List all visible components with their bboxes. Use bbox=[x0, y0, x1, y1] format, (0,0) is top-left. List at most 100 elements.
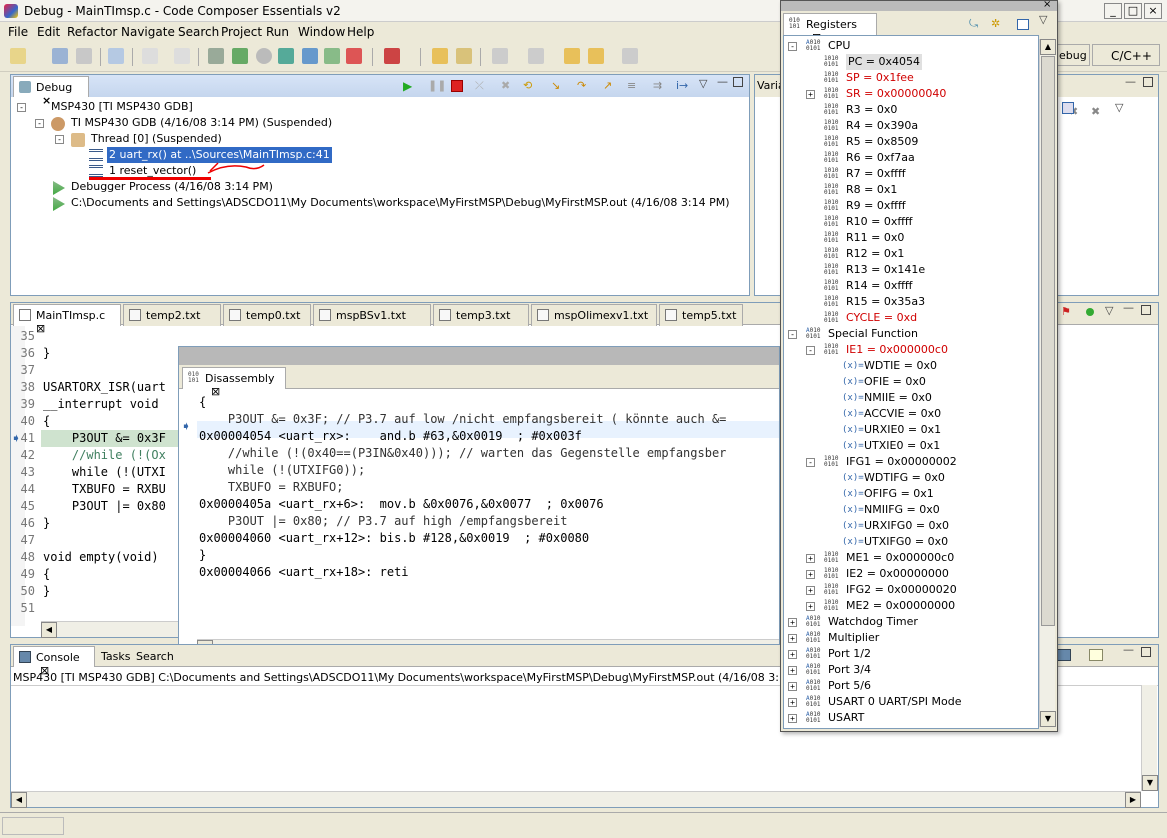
tab-file-temp0-txt[interactable]: temp0.txt bbox=[223, 304, 311, 326]
code-line[interactable]: } bbox=[43, 584, 50, 598]
view-minimize-icon[interactable]: — bbox=[717, 75, 728, 88]
menu-window[interactable]: Window bbox=[298, 25, 345, 39]
register-row[interactable]: R8 = 0x1 bbox=[846, 182, 897, 198]
register-row[interactable]: R7 = 0xffff bbox=[846, 166, 906, 182]
code-line[interactable]: void empty(void) bbox=[43, 550, 159, 564]
register-field[interactable]: URXIE0 = 0x1 bbox=[864, 422, 941, 438]
register-row[interactable]: ME1 = 0x000000c0 bbox=[846, 550, 954, 566]
open-console-icon[interactable] bbox=[1089, 649, 1103, 661]
register-row[interactable]: R13 = 0x141e bbox=[846, 262, 925, 278]
print-icon[interactable] bbox=[76, 48, 92, 64]
register-row[interactable]: R15 = 0x35a3 bbox=[846, 294, 925, 310]
tab-file-mspbsv1-txt[interactable]: mspBSv1.txt bbox=[313, 304, 431, 326]
close-icon[interactable]: × bbox=[1144, 3, 1162, 19]
expand-toggle[interactable]: - bbox=[17, 103, 26, 112]
resume-icon[interactable]: ▶ bbox=[403, 79, 412, 93]
scroll-left-icon[interactable]: ◀ bbox=[11, 792, 27, 808]
source-line[interactable]: P3OUT |= 0x80; // P3.7 auf high /empfang… bbox=[199, 514, 568, 528]
code-line[interactable]: { bbox=[43, 567, 50, 581]
tab-file-temp3-txt[interactable]: temp3.txt bbox=[433, 304, 529, 326]
registers-vscrollbar[interactable]: ▲ ▼ bbox=[1039, 39, 1056, 727]
registers-titlebar[interactable] bbox=[781, 1, 1057, 11]
tree-debugger-process[interactable]: Debugger Process (4/16/08 3:14 PM) bbox=[71, 179, 273, 195]
expand-toggle[interactable]: - bbox=[35, 119, 44, 128]
tree-launch[interactable]: MSP430 [TI MSP430 GDB] bbox=[51, 99, 193, 115]
expand-toggle[interactable]: + bbox=[788, 666, 797, 675]
connect-icon[interactable] bbox=[302, 48, 318, 64]
suspend-icon[interactable]: ❚❚ bbox=[428, 79, 446, 92]
register-group[interactable]: Special Function bbox=[828, 326, 918, 342]
view-menu-icon[interactable]: ▽ bbox=[699, 77, 707, 90]
tab-search[interactable]: Search bbox=[136, 650, 174, 663]
binary-icon[interactable] bbox=[108, 48, 124, 64]
tree-output-file[interactable]: C:\Documents and Settings\ADSCDO11\My Do… bbox=[71, 195, 730, 211]
save-icon[interactable] bbox=[52, 48, 68, 64]
tab-debug[interactable]: Debug × bbox=[13, 76, 89, 107]
tree-gdb[interactable]: TI MSP430 GDB (4/16/08 3:14 PM) (Suspend… bbox=[71, 115, 332, 131]
code-line[interactable]: USARTORX_ISR(uart bbox=[43, 380, 166, 394]
expand-toggle[interactable]: + bbox=[806, 90, 815, 99]
menu-navigate[interactable]: Navigate bbox=[121, 25, 175, 39]
register-row[interactable]: R10 = 0xffff bbox=[846, 214, 913, 230]
register-row[interactable]: SP = 0x1fee bbox=[846, 70, 914, 86]
view-minimize-icon[interactable]: — bbox=[1125, 75, 1136, 88]
step-into-icon[interactable]: ↘ bbox=[551, 79, 560, 92]
menu-project[interactable]: Project bbox=[221, 25, 262, 39]
register-field[interactable]: ACCVIE = 0x0 bbox=[864, 406, 941, 422]
asm-instruction[interactable]: 0x00004060 <uart_rx+12>: bis.b #128,&0x0… bbox=[199, 531, 589, 545]
register-field[interactable]: NMIIE = 0x0 bbox=[864, 390, 932, 406]
register-field[interactable]: URXIFG0 = 0x0 bbox=[864, 518, 949, 534]
remove-all-icon[interactable]: ✖ bbox=[1091, 105, 1100, 118]
code-line[interactable]: { bbox=[43, 414, 50, 428]
menu-help[interactable]: Help bbox=[347, 25, 374, 39]
expand-toggle[interactable]: + bbox=[788, 682, 797, 691]
timer-icon[interactable] bbox=[256, 48, 272, 64]
scroll-down-icon[interactable]: ▼ bbox=[1040, 711, 1056, 727]
source-line[interactable]: } bbox=[199, 548, 206, 562]
tree-thread[interactable]: Thread [0] (Suspended) bbox=[91, 131, 222, 147]
tab-console[interactable]: Console ⊠ bbox=[13, 646, 95, 677]
register-row[interactable]: IE2 = 0x00000000 bbox=[846, 566, 949, 582]
console-hscrollbar[interactable]: ◀ ▶ bbox=[11, 791, 1141, 808]
annotation-icon[interactable] bbox=[492, 48, 508, 64]
open-folder-icon[interactable] bbox=[432, 48, 448, 64]
asm-instruction[interactable]: 0x0000405a <uart_rx+6>: mov.b &0x0076,&0… bbox=[199, 497, 604, 511]
console-vscrollbar[interactable]: ▼ bbox=[1141, 685, 1158, 791]
tab-disassembly[interactable]: 010 101 Disassembly ⊠ bbox=[182, 367, 286, 398]
register-field[interactable]: OFIFG = 0x1 bbox=[864, 486, 934, 502]
tab-file-mspolimexv1-txt[interactable]: mspOlimexv1.txt bbox=[531, 304, 657, 326]
remove-icon[interactable]: ✖ bbox=[501, 79, 510, 92]
register-field[interactable]: WDTIFG = 0x0 bbox=[864, 470, 945, 486]
view-minimize-icon[interactable]: — bbox=[1123, 301, 1134, 314]
step-filters-icon[interactable]: ⇉ bbox=[653, 79, 662, 92]
code-line[interactable]: P3OUT |= 0x80 bbox=[43, 499, 166, 513]
scroll-thumb[interactable] bbox=[1041, 56, 1055, 626]
register-row[interactable]: R3 = 0x0 bbox=[846, 102, 897, 118]
tab-file-maintimsp-c[interactable]: MainTImsp.c ⊠ bbox=[13, 304, 121, 335]
register-row[interactable]: R14 = 0xffff bbox=[846, 278, 913, 294]
register-field[interactable]: NMIIFG = 0x0 bbox=[864, 502, 940, 518]
register-row[interactable]: R6 = 0xf7aa bbox=[846, 150, 915, 166]
register-row[interactable]: IFG2 = 0x00000020 bbox=[846, 582, 957, 598]
view-menu-icon[interactable]: ▽ bbox=[1115, 101, 1123, 114]
forward-icon[interactable] bbox=[622, 48, 638, 64]
code-line[interactable]: //while (!(Ox bbox=[43, 448, 166, 462]
view-menu-icon[interactable]: ▽ bbox=[1039, 13, 1047, 26]
expand-toggle[interactable]: + bbox=[788, 714, 797, 723]
breakpoint-icon[interactable]: ⚑ bbox=[1061, 305, 1071, 318]
new-icon[interactable] bbox=[10, 48, 26, 64]
register-row[interactable]: IE1 = 0x000000c0 bbox=[846, 342, 948, 358]
source-line[interactable]: //while (!(0x40==(P3IN&0x40))); // warte… bbox=[199, 446, 727, 460]
view-maximize-icon[interactable] bbox=[1141, 647, 1151, 657]
pen-icon[interactable] bbox=[456, 48, 472, 64]
expand-toggle[interactable]: + bbox=[788, 618, 797, 627]
register-group[interactable]: Port 5/6 bbox=[828, 678, 871, 694]
code-line[interactable]: } bbox=[43, 346, 50, 360]
register-row[interactable]: SR = 0x00000040 bbox=[846, 86, 946, 102]
load-icon[interactable] bbox=[324, 48, 340, 64]
refresh-icon[interactable]: ✲ bbox=[991, 17, 1000, 30]
register-field[interactable]: OFIE = 0x0 bbox=[864, 374, 926, 390]
register-group[interactable]: CPU bbox=[828, 38, 850, 54]
view-maximize-icon[interactable] bbox=[733, 77, 743, 87]
tab-close-icon[interactable]: × bbox=[42, 94, 51, 107]
